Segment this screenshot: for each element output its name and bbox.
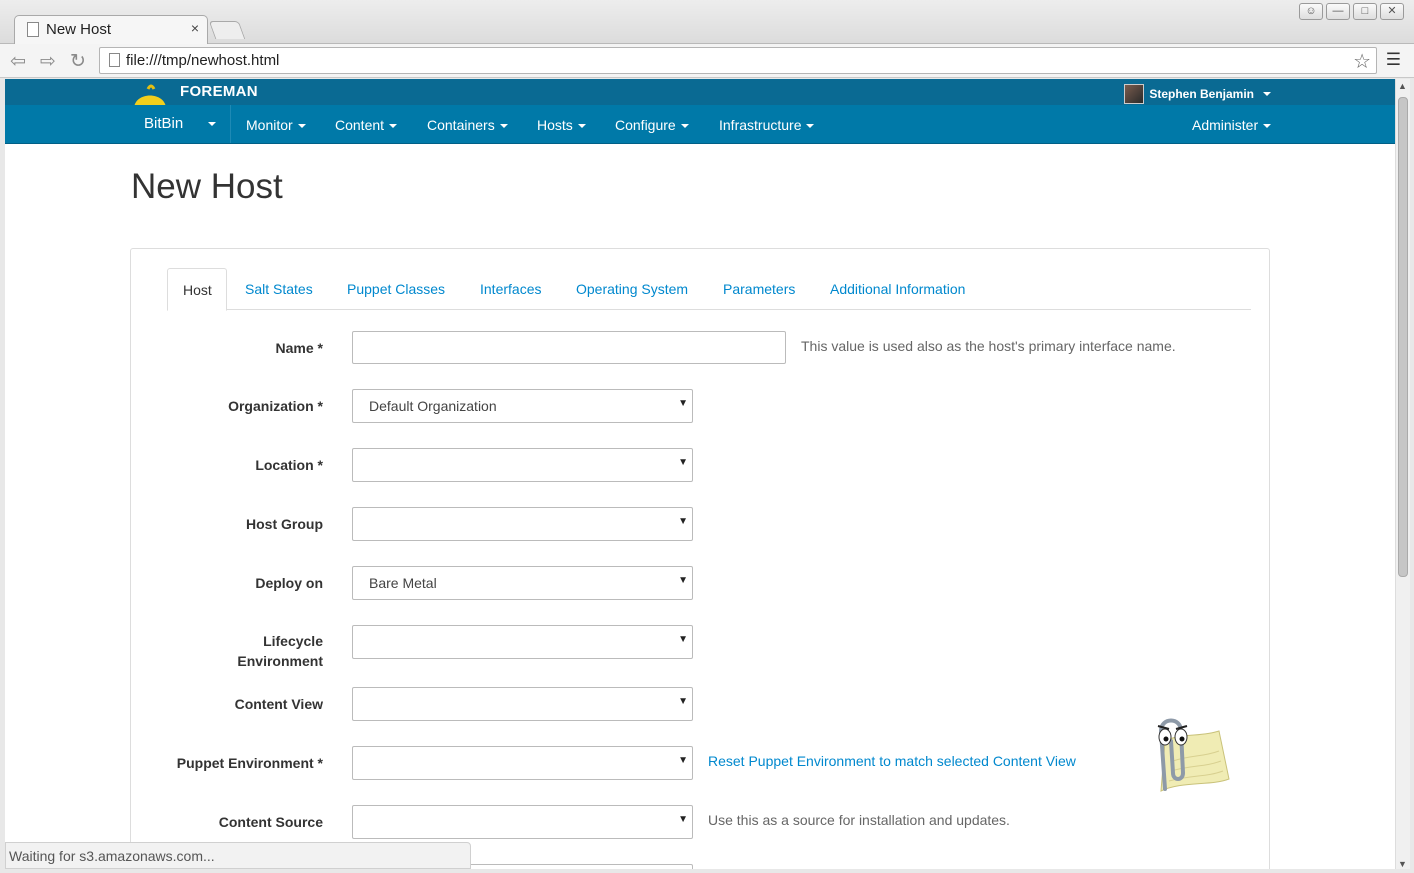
dropdown-arrow-icon: ▼ <box>678 457 688 468</box>
paperclip-assistant-icon[interactable] <box>1131 711 1231 797</box>
maximize-icon[interactable]: □ <box>1353 3 1377 20</box>
menu-content[interactable]: Content <box>335 117 398 133</box>
caret-down-icon <box>577 124 586 129</box>
content-source-help-text: Use this as a source for installation an… <box>708 812 1010 828</box>
menu-administer[interactable]: Administer <box>1192 117 1272 133</box>
puppet-environment-select[interactable]: ▼ <box>352 746 693 780</box>
lifecycle-label-line2: Environment <box>237 653 323 669</box>
caret-down-icon <box>680 124 689 129</box>
dropdown-arrow-icon: ▼ <box>678 575 688 586</box>
caret-down-icon <box>806 124 815 129</box>
host-group-label: Host Group <box>246 516 323 532</box>
page-scrollbar[interactable]: ▲ ▼ <box>1395 79 1410 869</box>
reset-puppet-environment-link[interactable]: Reset Puppet Environment to match select… <box>708 753 1076 769</box>
brand-name[interactable]: FOREMAN <box>180 83 258 100</box>
organization-label: Organization * <box>228 398 323 414</box>
address-bar[interactable]: file:///tmp/newhost.html ☆ <box>99 47 1377 74</box>
host-group-select[interactable]: ▼ <box>352 507 693 541</box>
browser-titlebar: New Host × ☺ — □ ✕ <box>0 0 1414 44</box>
caret-down-icon <box>389 124 398 129</box>
tab-puppet-classes[interactable]: Puppet Classes <box>347 268 445 310</box>
dropdown-arrow-icon: ▼ <box>678 398 688 409</box>
name-input[interactable] <box>352 331 786 364</box>
scroll-down-icon[interactable]: ▼ <box>1398 859 1407 869</box>
forward-icon[interactable]: ⇨ <box>40 50 56 73</box>
page-viewport: FOREMAN Stephen Benjamin BitBin Monitor … <box>5 79 1395 869</box>
scrollbar-thumb[interactable] <box>1398 97 1408 577</box>
tab-interfaces[interactable]: Interfaces <box>480 268 541 310</box>
avatar <box>1124 84 1145 104</box>
dropdown-arrow-icon: ▼ <box>678 516 688 527</box>
page-title: New Host <box>131 167 283 206</box>
lifecycle-environment-select[interactable]: ▼ <box>352 625 693 659</box>
org-label: BitBin <box>144 115 184 132</box>
location-select[interactable]: ▼ <box>352 448 693 482</box>
deploy-on-select[interactable]: Bare Metal ▼ <box>352 566 693 600</box>
tab-title: New Host <box>46 21 112 38</box>
menu-containers[interactable]: Containers <box>427 117 508 133</box>
tab-additional-information[interactable]: Additional Information <box>830 268 965 310</box>
new-tab-button[interactable] <box>208 21 246 39</box>
form-tabs: Host Salt States Puppet Classes Interfac… <box>167 268 1251 311</box>
browser-status-bubble: Waiting for s3.amazonaws.com... <box>5 842 471 869</box>
name-help-text: This value is used also as the host's pr… <box>801 338 1176 354</box>
organization-select[interactable]: Default Organization ▼ <box>352 389 693 423</box>
tab-salt-states[interactable]: Salt States <box>245 268 313 310</box>
back-icon[interactable]: ⇦ <box>10 50 26 73</box>
menu-configure[interactable]: Configure <box>615 117 689 133</box>
organization-switcher[interactable]: BitBin <box>130 105 231 143</box>
caret-down-icon <box>1263 124 1272 129</box>
dropdown-arrow-icon: ▼ <box>678 634 688 645</box>
browser-tab[interactable]: New Host × <box>14 15 208 44</box>
menu-hosts[interactable]: Hosts <box>537 117 586 133</box>
content-view-label: Content View <box>234 696 323 712</box>
hamburger-menu-icon[interactable]: ☰ <box>1386 50 1401 70</box>
minimize-icon[interactable]: — <box>1326 3 1350 20</box>
puppet-environment-label: Puppet Environment * <box>176 755 323 771</box>
content-view-select[interactable]: ▼ <box>352 687 693 721</box>
page-icon <box>109 53 120 67</box>
tab-parameters[interactable]: Parameters <box>723 268 795 310</box>
url-text: file:///tmp/newhost.html <box>126 52 280 69</box>
caret-down-icon <box>499 124 508 129</box>
star-icon[interactable]: ☆ <box>1353 49 1371 74</box>
browser-toolbar: ⇦ ⇨ ↻ file:///tmp/newhost.html ☆ ☰ <box>0 44 1414 78</box>
user-name: Stephen Benjamin <box>1149 87 1254 101</box>
dropdown-arrow-icon: ▼ <box>678 814 688 825</box>
scroll-up-icon[interactable]: ▲ <box>1398 81 1407 91</box>
foreman-topbar: FOREMAN Stephen Benjamin <box>5 79 1395 111</box>
reload-icon[interactable]: ↻ <box>70 50 86 73</box>
caret-down-icon <box>208 122 216 126</box>
name-label: Name * <box>275 340 323 356</box>
page-icon <box>27 22 39 37</box>
content-source-label: Content Source <box>218 814 323 830</box>
menu-infrastructure[interactable]: Infrastructure <box>719 117 815 133</box>
caret-down-icon <box>1263 92 1271 96</box>
close-icon[interactable]: × <box>191 20 199 36</box>
deploy-on-label: Deploy on <box>255 575 323 591</box>
deploy-on-value: Bare Metal <box>369 575 437 591</box>
tab-host[interactable]: Host <box>167 268 227 311</box>
location-label: Location * <box>255 457 323 473</box>
user-menu[interactable]: Stephen Benjamin <box>1124 84 1271 104</box>
tab-operating-system[interactable]: Operating System <box>576 268 688 310</box>
window-controls: ☺ — □ ✕ <box>1299 3 1404 20</box>
lifecycle-environment-label: Lifecycle Environment <box>237 631 323 671</box>
content-source-select[interactable]: ▼ <box>352 805 693 839</box>
dropdown-arrow-icon: ▼ <box>678 696 688 707</box>
caret-down-icon <box>297 124 306 129</box>
organization-value: Default Organization <box>369 398 497 414</box>
menu-monitor[interactable]: Monitor <box>246 117 306 133</box>
user-icon[interactable]: ☺ <box>1299 3 1323 20</box>
main-menubar: BitBin Monitor Content Containers Hosts … <box>5 105 1395 144</box>
lifecycle-label-line1: Lifecycle <box>263 633 323 649</box>
dropdown-arrow-icon: ▼ <box>678 755 688 766</box>
close-window-icon[interactable]: ✕ <box>1380 3 1404 20</box>
host-form-panel: Host Salt States Puppet Classes Interfac… <box>130 248 1270 869</box>
